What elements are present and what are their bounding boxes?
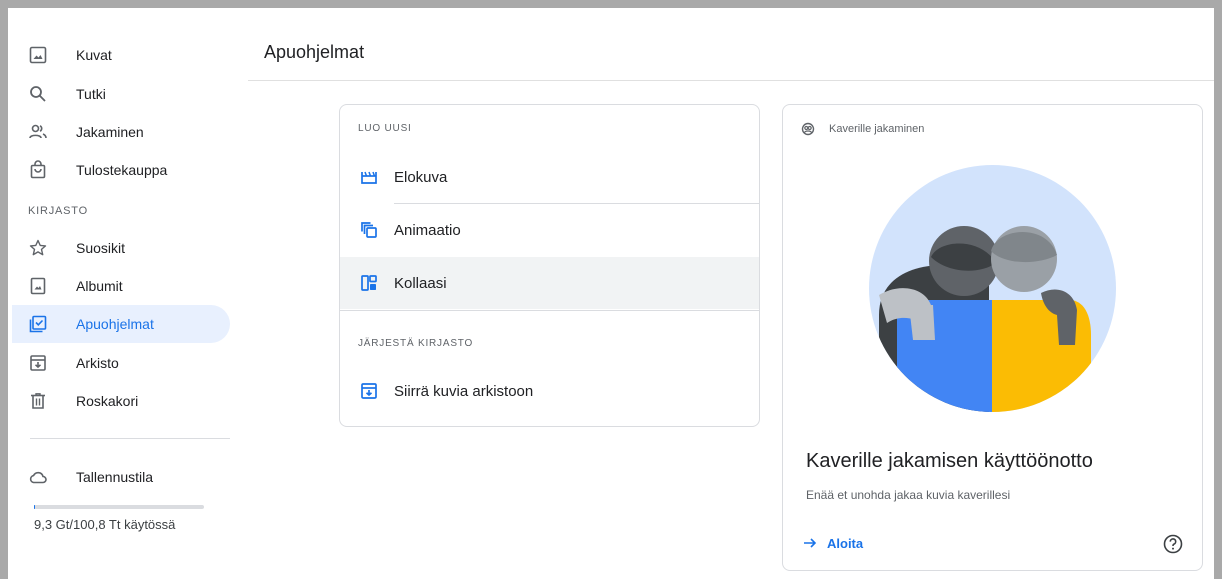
promo-header-label: Kaverille jakaminen [829,123,925,135]
row-divider [340,310,759,311]
sidebar-item-label: Kuvat [76,47,112,63]
trash-icon [31,393,45,409]
utilities-icon [29,315,47,333]
storage-progress-bar [34,505,204,509]
sidebar-item-label: Arkisto [76,355,119,371]
sidebar-item-label: Apuohjelmat [76,316,154,332]
help-icon[interactable] [1162,533,1184,555]
create-animation-item[interactable]: Animaatio [340,204,759,256]
sidebar-item-photos[interactable]: Kuvat [12,36,230,74]
search-icon [30,86,46,102]
shopping-bag-icon [30,160,46,179]
promo-subtitle: Enää et unohda jakaa kuvia kaverillesi [806,488,1011,502]
create-item-label: Kollaasi [394,274,447,292]
create-section-label: LUO UUSI [358,123,412,134]
promo-header: Kaverille jakaminen [801,122,924,136]
animation-icon [361,222,377,238]
photo-icon [29,46,47,64]
sidebar-item-label: Tallennustila [76,469,154,485]
sidebar-item-explore[interactable]: Tutki [12,75,230,113]
sidebar-item-trash[interactable]: Roskakori [12,382,230,420]
organize-item-label: Siirrä kuvia arkistoon [394,382,534,400]
sidebar: Kuvat Tutki Jakaminen Tulostekauppa KIRJ… [8,8,248,579]
sidebar-item-label: Roskakori [76,393,139,409]
sidebar-item-archive[interactable]: Arkisto [12,344,230,382]
get-started-label: Aloita [827,535,864,551]
sidebar-item-storage[interactable]: Tallennustila [12,458,230,496]
create-item-label: Animaatio [394,221,461,239]
arrow-right-icon [804,538,817,548]
storage-usage-text: 9,3 Gt/100,8 Tt käytössä [34,517,176,532]
organize-section-label: JÄRJESTÄ KIRJASTO [358,338,474,349]
sidebar-item-sharing[interactable]: Jakaminen [12,113,230,151]
sidebar-item-label: Tulostekauppa [76,162,168,178]
promo-title: Kaverille jakamisen käyttöönotto [806,450,1093,472]
library-section-label: KIRJASTO [28,205,88,217]
page-header: Apuohjelmat [248,8,1214,81]
app-window: Kuvat Tutki Jakaminen Tulostekauppa KIRJ… [8,8,1214,579]
archive-icon [361,383,377,399]
people-icon [29,124,47,139]
sidebar-item-albums[interactable]: Albumit [12,267,230,305]
sidebar-divider [30,438,230,439]
sidebar-item-print-store[interactable]: Tulostekauppa [12,151,230,189]
sidebar-item-label: Jakaminen [76,124,144,140]
storage-progress-fill [34,505,36,509]
create-movie-item[interactable]: Elokuva [340,151,759,203]
create-card: LUO UUSI Elokuva Animaatio Kollaasi JÄRJ… [339,104,760,427]
album-icon [30,277,46,295]
star-icon [29,239,47,256]
partner-sharing-card: Kaverille jakaminen Kaverille jakamisen … [782,104,1203,571]
create-collage-item[interactable]: Kollaasi [340,257,759,309]
archive-icon [30,355,46,371]
sidebar-item-utilities[interactable]: Apuohjelmat [12,305,230,343]
get-started-button[interactable]: Aloita [802,535,863,551]
sidebar-item-label: Suosikit [76,240,126,256]
cloud-icon [29,471,47,484]
sidebar-item-label: Tutki [76,86,106,102]
partner-sharing-illustration [869,165,1116,412]
sidebar-item-favorites[interactable]: Suosikit [12,229,230,267]
partner-sharing-icon [801,122,815,136]
sidebar-item-label: Albumit [76,278,123,294]
collage-icon [361,275,377,291]
page-title: Apuohjelmat [264,42,365,62]
movie-icon [361,171,377,184]
move-to-archive-item[interactable]: Siirrä kuvia arkistoon [340,365,759,417]
create-item-label: Elokuva [394,168,448,186]
